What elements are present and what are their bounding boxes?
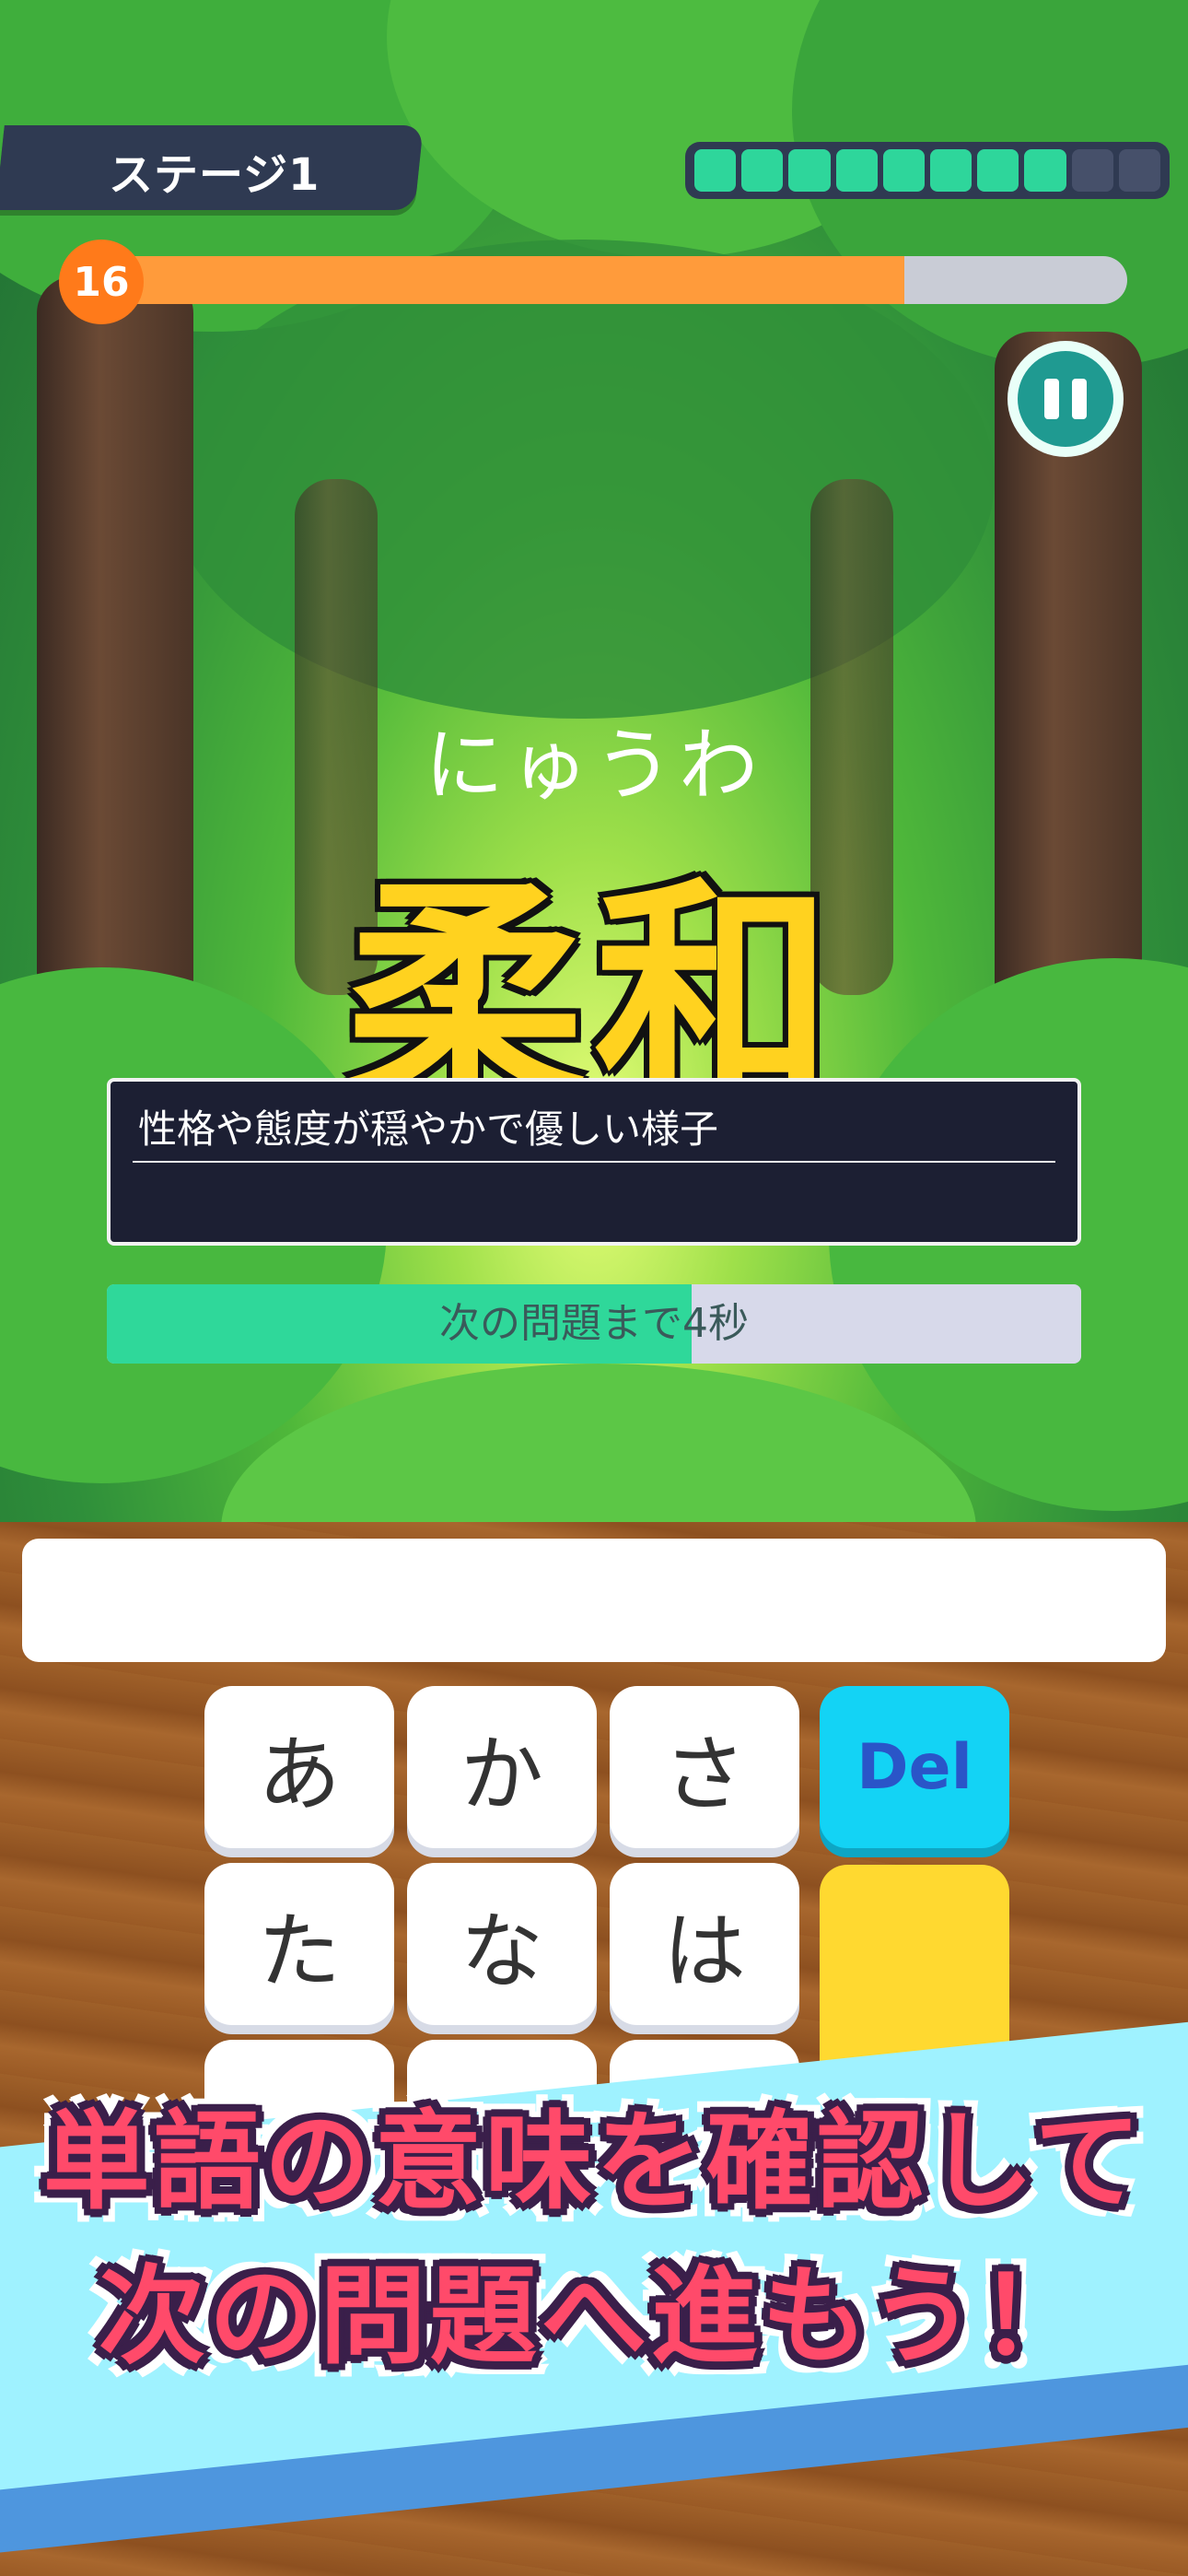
progress-segment [835, 149, 878, 192]
progress-segment [694, 149, 737, 192]
key-ka[interactable]: か [407, 1686, 597, 1848]
progress-segment [1071, 149, 1113, 192]
progress-segment [930, 149, 973, 192]
timer-bar-fill [64, 256, 904, 304]
pause-button[interactable] [1007, 341, 1124, 457]
key-ha[interactable]: は [610, 1863, 799, 2025]
next-question-text: 次の問題まで4秒 [439, 1300, 749, 1347]
key-na[interactable]: な [407, 1863, 597, 2025]
word-reading: にゅうわ [425, 720, 763, 812]
question-progress [685, 142, 1170, 199]
meaning-box: 性格や態度が穏やかで優しい様子 [107, 1078, 1081, 1246]
progress-segment [1118, 149, 1161, 192]
next-question-bar: 次の問題まで4秒 [107, 1284, 1081, 1364]
meaning-text: 性格や態度が穏やかで優しい様子 [138, 1107, 719, 1152]
banner-line-2: 次の問題へ進もう！ [98, 2254, 1090, 2379]
progress-segment [882, 149, 926, 192]
progress-segment [977, 149, 1019, 192]
stage-label: ステージ1 [109, 149, 320, 201]
progress-segment [1024, 149, 1066, 192]
progress-segment [741, 149, 784, 192]
banner-line-1: 単語の意味を確認して [42, 2100, 1146, 2224]
timer-bar [64, 256, 1127, 304]
timer-count: 16 [59, 240, 144, 324]
meaning-divider [133, 1161, 1055, 1163]
key-ta[interactable]: た [204, 1863, 394, 2025]
delete-button[interactable]: Del [820, 1686, 1009, 1848]
key-a[interactable]: あ [204, 1686, 394, 1848]
answer-input[interactable] [22, 1539, 1166, 1662]
progress-segment [788, 149, 831, 192]
pause-icon [1018, 351, 1113, 447]
key-sa[interactable]: さ [610, 1686, 799, 1848]
